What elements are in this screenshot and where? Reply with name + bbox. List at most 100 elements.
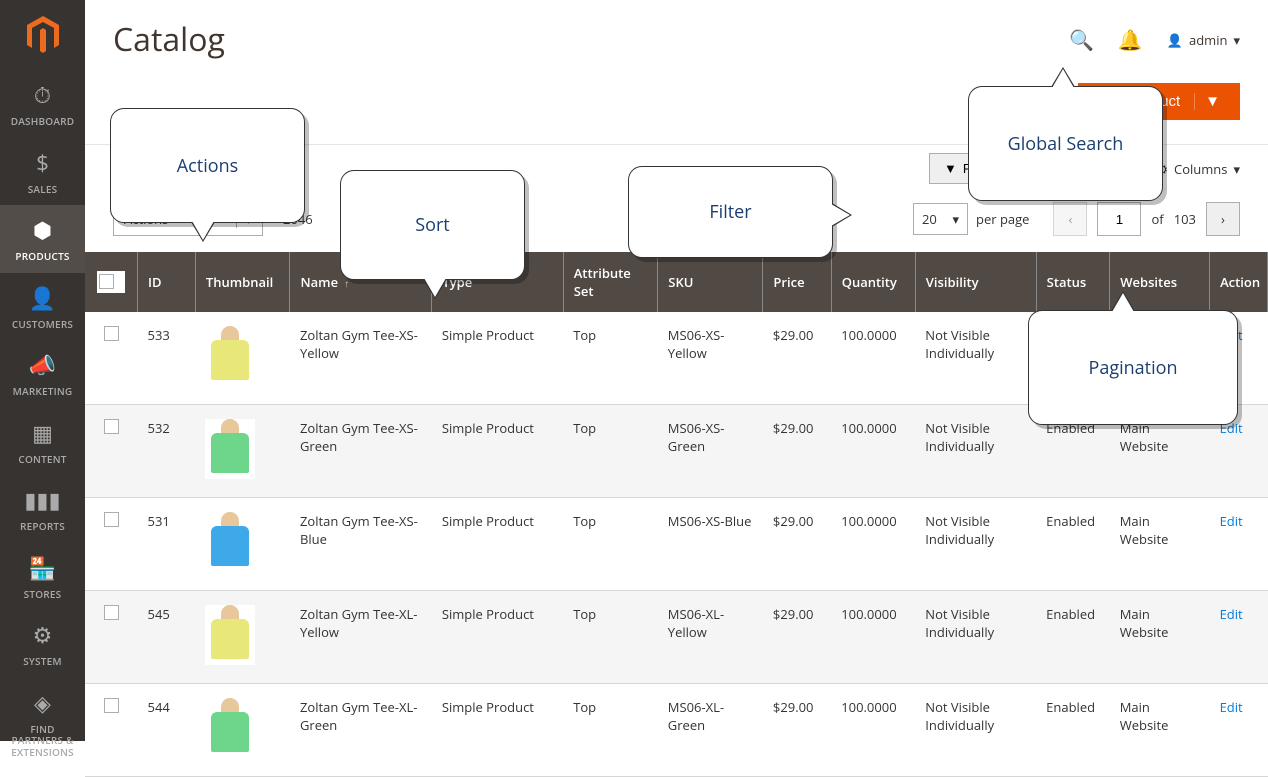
- cell-price: $29.00: [763, 498, 831, 591]
- edit-link[interactable]: Edit: [1220, 698, 1243, 716]
- product-thumbnail: [205, 605, 255, 665]
- cell-price: $29.00: [763, 684, 831, 777]
- cell-attribute-set: Top: [563, 405, 658, 498]
- cell-quantity: 100.0000: [831, 591, 915, 684]
- cell-attribute-set: Top: [563, 684, 658, 777]
- cell-id: 533: [138, 312, 196, 405]
- product-thumbnail: [205, 512, 255, 572]
- current-page-input[interactable]: [1097, 202, 1141, 236]
- col-quantity[interactable]: Quantity: [831, 252, 915, 312]
- nav-dashboard[interactable]: ⏱DASHBOARD: [0, 70, 85, 138]
- cell-type: Simple Product: [432, 591, 563, 684]
- caret-down-icon: ▾: [1233, 160, 1240, 178]
- col-id[interactable]: ID: [138, 252, 196, 312]
- row-checkbox[interactable]: [104, 698, 119, 713]
- cell-name: Zoltan Gym Tee-XS-Yellow: [290, 312, 432, 405]
- dashboard-icon: ⏱: [4, 80, 81, 110]
- col-thumbnail[interactable]: Thumbnail: [195, 252, 290, 312]
- row-checkbox[interactable]: [104, 326, 119, 341]
- magento-icon: [26, 16, 60, 54]
- callout-pagination: Pagination: [1028, 310, 1238, 425]
- cell-thumbnail: [195, 498, 290, 591]
- layout-icon: ▦: [4, 418, 81, 448]
- admin-username: admin: [1189, 31, 1227, 49]
- cell-attribute-set: Top: [563, 312, 658, 405]
- nav-content[interactable]: ▦CONTENT: [0, 408, 85, 476]
- nav-products[interactable]: ⬢PRODUCTS: [0, 205, 85, 273]
- callout-sort: Sort: [340, 170, 525, 280]
- col-visibility[interactable]: Visibility: [915, 252, 1036, 312]
- admin-user-menu[interactable]: 👤 admin ▾: [1167, 31, 1240, 49]
- callout-actions: Actions: [110, 108, 305, 223]
- caret-down-icon: ▾: [117, 273, 124, 291]
- cell-name: Zoltan Gym Tee-XL-Green: [290, 684, 432, 777]
- col-attribute-set[interactable]: Attribute Set: [563, 252, 658, 312]
- total-pages: 103: [1174, 210, 1196, 228]
- user-icon: 👤: [1167, 31, 1183, 49]
- gear-icon: ⚙: [4, 620, 81, 650]
- col-price[interactable]: Price: [763, 252, 831, 312]
- pager: ‹ of 103 ›: [1053, 202, 1240, 236]
- caret-down-icon: ▾: [952, 210, 959, 228]
- per-page-select[interactable]: 20 ▾: [913, 203, 968, 235]
- product-thumbnail: [205, 698, 255, 758]
- nav-reports[interactable]: ▮▮▮REPORTS: [0, 475, 85, 543]
- cell-name: Zoltan Gym Tee-XS-Blue: [290, 498, 432, 591]
- cell-type: Simple Product: [432, 312, 563, 405]
- cell-attribute-set: Top: [563, 498, 658, 591]
- chevron-left-icon: ‹: [1069, 210, 1073, 228]
- nav-marketing[interactable]: 📣MARKETING: [0, 340, 85, 408]
- magento-logo[interactable]: [0, 0, 85, 70]
- cell-price: $29.00: [763, 312, 831, 405]
- cell-sku: MS06-XL-Yellow: [658, 591, 763, 684]
- callout-filter: Filter: [628, 166, 833, 258]
- select-all-header[interactable]: ▾: [85, 252, 138, 312]
- topbar: Catalog 🔍 🔔 👤 admin ▾: [85, 0, 1268, 71]
- table-row[interactable]: 544 Zoltan Gym Tee-XL-Green Simple Produ…: [85, 684, 1268, 777]
- table-row[interactable]: 545 Zoltan Gym Tee-XL-Yellow Simple Prod…: [85, 591, 1268, 684]
- cell-id: 544: [138, 684, 196, 777]
- callout-global-search: Global Search: [968, 86, 1163, 201]
- cell-websites: Main Website: [1110, 591, 1210, 684]
- product-thumbnail: [205, 326, 255, 386]
- grid-header-row: ▾ ID Thumbnail Name↑ Type Attribute Set …: [85, 252, 1268, 312]
- cell-thumbnail: [195, 591, 290, 684]
- row-checkbox[interactable]: [104, 419, 119, 434]
- col-status[interactable]: Status: [1036, 252, 1110, 312]
- cell-thumbnail: [195, 405, 290, 498]
- dollar-icon: $: [4, 148, 81, 178]
- edit-link[interactable]: Edit: [1220, 605, 1243, 623]
- funnel-icon: ▼: [944, 161, 957, 176]
- cell-sku: MS06-XS-Green: [658, 405, 763, 498]
- nav-stores[interactable]: 🏪STORES: [0, 543, 85, 611]
- table-row[interactable]: 531 Zoltan Gym Tee-XS-Blue Simple Produc…: [85, 498, 1268, 591]
- cell-type: Simple Product: [432, 498, 563, 591]
- of-label: of: [1151, 210, 1163, 228]
- nav-system[interactable]: ⚙SYSTEM: [0, 610, 85, 678]
- notifications-icon[interactable]: 🔔: [1118, 26, 1143, 53]
- cell-quantity: 100.0000: [831, 405, 915, 498]
- add-product-split-toggle[interactable]: ▼: [1194, 93, 1220, 110]
- nav-sales[interactable]: $SALES: [0, 138, 85, 206]
- cell-visibility: Not Visible Individually: [915, 405, 1036, 498]
- row-checkbox[interactable]: [104, 512, 119, 527]
- bars-icon: ▮▮▮: [4, 485, 81, 515]
- cell-name: Zoltan Gym Tee-XL-Yellow: [290, 591, 432, 684]
- cell-quantity: 100.0000: [831, 498, 915, 591]
- nav-customers[interactable]: 👤CUSTOMERS: [0, 273, 85, 341]
- columns-dropdown[interactable]: ⚙ Columns ▾: [1156, 160, 1240, 178]
- cell-thumbnail: [195, 684, 290, 777]
- page-title: Catalog: [113, 18, 1069, 61]
- cell-price: $29.00: [763, 405, 831, 498]
- per-page-control: 20 ▾ per page: [913, 203, 1029, 235]
- product-thumbnail: [205, 419, 255, 479]
- row-checkbox[interactable]: [104, 605, 119, 620]
- col-sku[interactable]: SKU: [658, 252, 763, 312]
- edit-link[interactable]: Edit: [1220, 512, 1243, 530]
- next-page-button[interactable]: ›: [1206, 202, 1240, 236]
- prev-page-button[interactable]: ‹: [1053, 202, 1087, 236]
- cell-status: Enabled: [1036, 498, 1110, 591]
- search-icon[interactable]: 🔍: [1069, 26, 1094, 53]
- caret-down-icon: ▾: [1233, 31, 1240, 49]
- cell-id: 532: [138, 405, 196, 498]
